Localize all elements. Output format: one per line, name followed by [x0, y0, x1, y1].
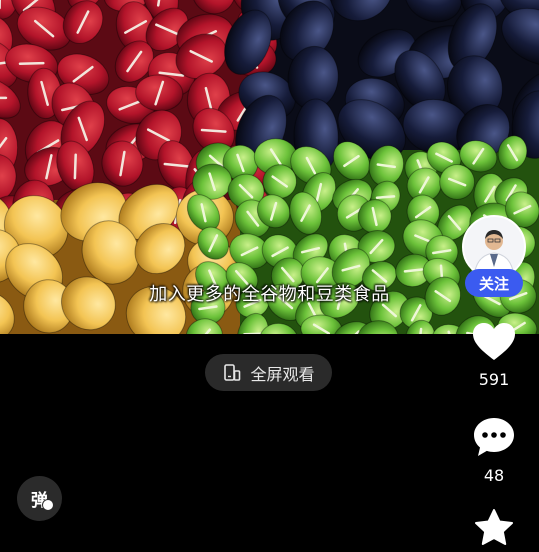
follow-button[interactable]: 关注 [465, 269, 523, 297]
danmu-button[interactable]: 弹 [17, 476, 62, 521]
danmu-icon [42, 499, 54, 511]
comment-count: 48 [464, 466, 524, 485]
fullscreen-icon [222, 363, 242, 383]
star-icon [472, 508, 516, 548]
comment-action[interactable]: 48 [464, 416, 524, 485]
fullscreen-button[interactable]: 全屏观看 [205, 354, 332, 391]
like-count: 591 [464, 370, 524, 389]
doctor-avatar-image [464, 217, 524, 277]
comment-icon [472, 416, 516, 458]
heart-icon [472, 322, 516, 362]
fullscreen-label: 全屏观看 [250, 361, 314, 385]
like-action[interactable]: 591 [464, 322, 524, 389]
favorite-action[interactable] [464, 508, 524, 552]
video-subtitle: 加入更多的全谷物和豆类食品 [0, 280, 539, 306]
